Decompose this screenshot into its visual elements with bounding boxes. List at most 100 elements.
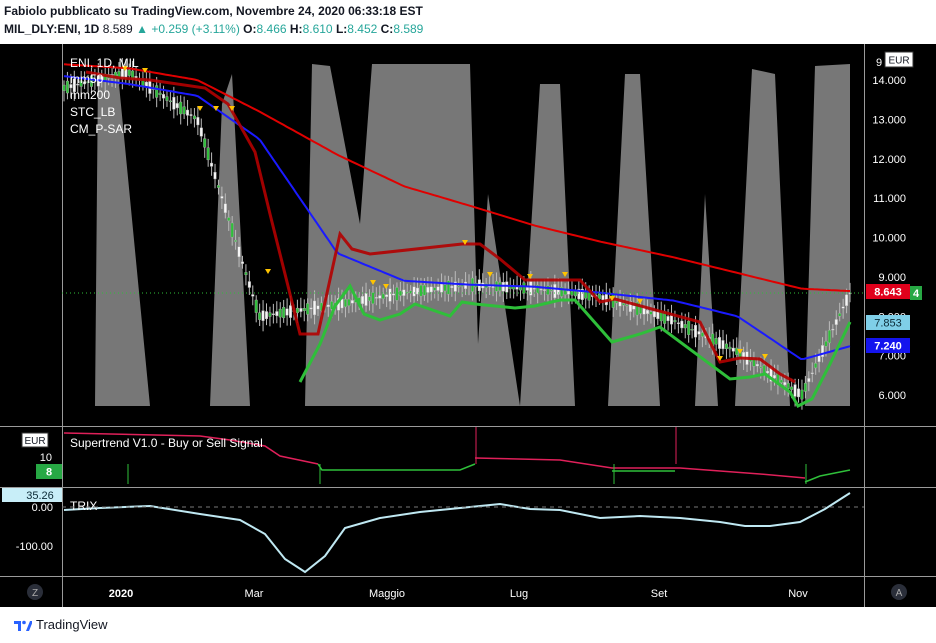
candle-body <box>666 316 670 321</box>
candle-body <box>460 284 464 287</box>
candle-body <box>316 305 320 310</box>
low-value: 8.452 <box>347 22 378 36</box>
trix-title[interactable]: TRIX <box>70 499 97 513</box>
candle-body <box>398 290 402 296</box>
candle-body <box>210 162 214 167</box>
candle-body <box>724 343 728 349</box>
st-badge-text: 8 <box>46 467 52 479</box>
candle-body <box>237 246 241 258</box>
candle-body <box>553 284 557 299</box>
candle-body <box>350 300 354 304</box>
candle-body <box>457 285 461 288</box>
candle-body <box>807 378 811 382</box>
candle-body <box>234 240 238 242</box>
candle-body <box>172 97 176 110</box>
candle-body <box>649 311 653 315</box>
indicator-psar[interactable]: CM_P-SAR <box>70 122 132 136</box>
candle-body <box>62 84 66 91</box>
candle-body <box>652 311 656 318</box>
candle-body <box>244 272 248 276</box>
time-label-4: Set <box>651 588 668 600</box>
candle-body <box>728 346 732 350</box>
high-label: H: <box>289 22 303 36</box>
candle-body <box>278 308 282 318</box>
candle-body <box>285 308 289 316</box>
indicator-mm50[interactable]: mm50 <box>70 72 104 86</box>
trix-tick-0: 0.00 <box>32 502 53 514</box>
candle-body <box>621 303 625 306</box>
candle-body <box>179 101 183 115</box>
main-pane-title: ENI, 1D, MIL <box>70 56 139 70</box>
close-label: C: <box>380 22 394 36</box>
candle-body <box>584 291 588 299</box>
candle-body <box>714 338 718 345</box>
time-label-3: Lug <box>510 588 528 600</box>
candle-body <box>254 299 258 313</box>
candle-body <box>223 203 227 213</box>
candle-body <box>645 309 649 314</box>
candle-body <box>632 305 636 310</box>
candle-body <box>192 115 196 120</box>
candle-body <box>65 80 69 94</box>
candle-body <box>800 389 804 400</box>
candle-body <box>216 185 220 188</box>
candle-body <box>347 298 351 306</box>
st-tick-10: 10 <box>40 452 52 464</box>
price-tick-2: 12.000 <box>872 154 906 166</box>
candle-body <box>841 306 845 309</box>
price-tick-5: 9.000 <box>878 272 906 284</box>
candle-body <box>313 300 317 316</box>
candle-body <box>299 308 303 312</box>
candle-body <box>429 286 433 293</box>
candle-body <box>543 289 547 291</box>
chart-svg[interactable]: 14.00013.00012.00011.00010.0009.0008.000… <box>0 44 936 607</box>
candle-body <box>419 284 423 297</box>
candle-body <box>282 307 286 319</box>
candle-body <box>505 281 509 293</box>
candle-body <box>240 261 244 264</box>
stc-shape <box>64 64 850 406</box>
candle-body <box>694 325 698 338</box>
candle-body <box>570 290 574 296</box>
candle-body <box>261 310 265 321</box>
candle-body <box>155 85 159 98</box>
open-value: 8.466 <box>256 22 287 36</box>
candle-body <box>567 291 571 295</box>
footer: TradingView <box>14 617 108 632</box>
candle-body <box>409 290 413 294</box>
candle-body <box>268 312 272 317</box>
candle-body <box>127 69 131 76</box>
candle-body <box>539 288 543 291</box>
mm200-badge-text: 8.643 <box>874 287 902 299</box>
chart-frame[interactable]: 14.00013.00012.00011.00010.0009.0008.000… <box>0 44 936 607</box>
indicator-mm200[interactable]: mm200 <box>70 88 110 102</box>
up-arrow-icon: ▲ <box>136 22 148 36</box>
supertrend-title[interactable]: Supertrend V1.0 - Buy or Sell Signal <box>70 436 263 450</box>
candle-body <box>731 347 735 352</box>
supertrend-down-2 <box>474 457 806 479</box>
candle-body <box>700 332 704 337</box>
candle-body <box>433 287 437 291</box>
candle-body <box>752 359 756 367</box>
candle-body <box>289 305 293 318</box>
indicator-stc[interactable]: STC_LB <box>70 105 115 119</box>
candle-body <box>810 372 814 374</box>
candle-body <box>306 303 310 315</box>
candle-body <box>803 382 807 392</box>
timezone-button-label: Z <box>32 588 38 599</box>
time-label-0: 2020 <box>109 588 133 600</box>
candle-body <box>371 292 375 304</box>
candle-body <box>790 386 794 390</box>
candle-body <box>845 294 849 306</box>
supertrend-up-1 <box>317 463 476 471</box>
candle-body <box>364 292 368 306</box>
trix-lines <box>63 492 851 574</box>
trix-tick-100: -100.00 <box>16 541 53 553</box>
candle-body <box>766 370 770 374</box>
candle-body <box>670 315 674 325</box>
candle-body <box>340 299 344 309</box>
time-axis[interactable]: 2020 Mar Maggio Lug Set Nov <box>109 588 809 600</box>
candle-body <box>247 281 251 288</box>
tradingview-logo-icon <box>14 620 32 631</box>
candle-body <box>374 297 378 299</box>
